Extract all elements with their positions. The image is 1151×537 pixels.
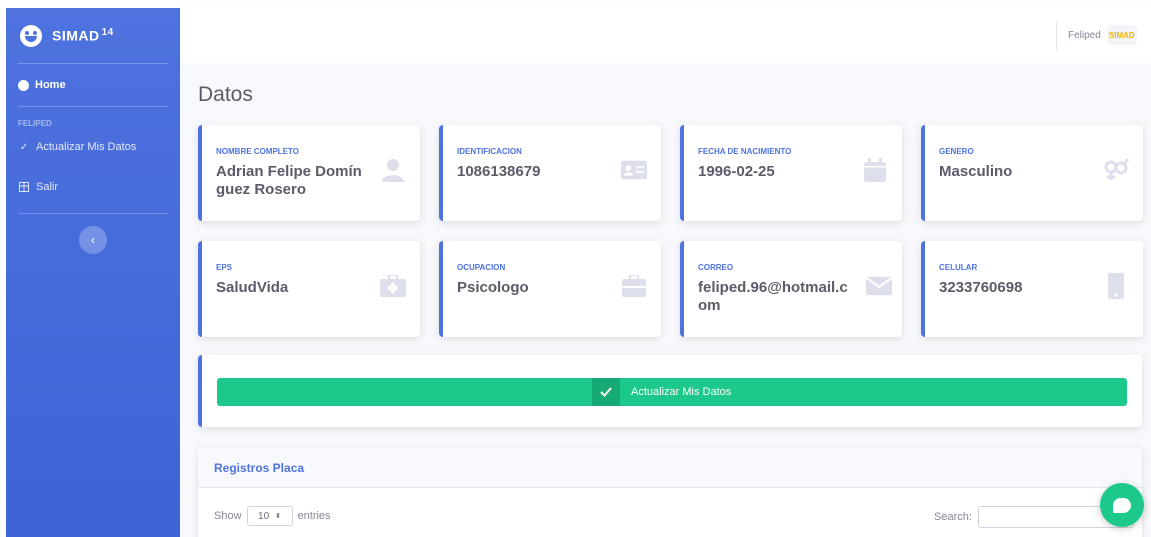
sidebar-divider — [18, 213, 168, 214]
brand-name: SIMAD 14 — [52, 27, 114, 44]
check-icon — [592, 378, 620, 406]
entries-label: entries — [297, 510, 331, 522]
gender-icon — [1103, 157, 1129, 183]
updown-icon: ⬍ — [275, 513, 282, 520]
sidebar: SIMAD 14 Home FELIPED ✓ Actualizar Mis Da… — [6, 8, 180, 537]
sidebar-item-home[interactable]: Home — [6, 64, 180, 106]
card-label: CORREO — [698, 263, 734, 272]
card-value: 1996-02-25 — [698, 163, 775, 180]
chat-widget-button[interactable] — [1100, 483, 1144, 527]
user-icon — [380, 157, 406, 183]
calendar-icon — [862, 157, 888, 183]
card-genero: GENERO Masculino — [921, 125, 1143, 221]
sidebar-item-label: Actualizar Mis Datos — [36, 141, 137, 153]
main-content: Datos NOMBRE COMPLETO Adrian Felipe Domí… — [180, 63, 1151, 537]
user-menu[interactable]: Feliped SIMAD — [1068, 25, 1137, 45]
card-nombre: NOMBRE COMPLETO Adrian Felipe Domínguez … — [198, 125, 420, 221]
topbar-divider — [1056, 21, 1057, 51]
laugh-icon — [20, 24, 42, 47]
registros-title: Registros Placa — [198, 448, 1142, 488]
card-fecha-nacimiento: FECHA DE NACIMIENTO 1996-02-25 — [680, 125, 902, 221]
update-data-button[interactable]: Actualizar Mis Datos — [217, 378, 1127, 406]
user-name: Feliped — [1068, 29, 1101, 41]
id-card-icon — [621, 157, 647, 183]
card-label: GENERO — [939, 147, 974, 156]
sidebar-heading: FELIPED — [18, 119, 52, 128]
card-correo: CORREO feliped.96@hotmail.com — [680, 241, 902, 337]
card-value: SaludVida — [216, 279, 289, 296]
chevron-left-icon: ‹ — [91, 233, 95, 247]
update-button-label: Actualizar Mis Datos — [631, 386, 732, 398]
page-title: Datos — [198, 83, 253, 106]
check-icon: ✓ — [19, 141, 29, 153]
entries-value: 10 — [258, 510, 270, 522]
card-label: CELULAR — [939, 263, 978, 272]
entries-select[interactable]: 10 ⬍ — [246, 506, 293, 526]
sidebar-item-actualizar[interactable]: ✓ Actualizar Mis Datos — [6, 133, 180, 161]
topbar: Feliped SIMAD — [180, 8, 1151, 63]
show-label: Show — [214, 510, 242, 522]
card-eps: EPS SaludVida — [198, 241, 420, 337]
update-card: Actualizar Mis Datos — [198, 355, 1142, 427]
dashboard-icon — [18, 79, 29, 91]
card-value: feliped.96@hotmail.com — [698, 279, 848, 314]
envelope-icon — [866, 273, 892, 299]
sidebar-item-label: Salir — [36, 181, 59, 193]
sidebar-item-salir[interactable]: Salir — [6, 161, 180, 213]
sidebar-toggle-button[interactable]: ‹ — [79, 226, 107, 254]
avatar: SIMAD — [1106, 25, 1137, 45]
medkit-icon — [380, 273, 406, 299]
card-label: OCUPACION — [457, 263, 506, 272]
card-value: 3233760698 — [939, 279, 1023, 296]
table-icon — [18, 181, 30, 193]
sidebar-item-label: Home — [35, 79, 66, 91]
card-label: FECHA DE NACIMIENTO — [698, 147, 792, 156]
mobile-icon — [1103, 273, 1129, 299]
card-value: Masculino — [939, 163, 1013, 180]
card-value: Adrian Felipe Domínguez Rosero — [216, 163, 362, 198]
card-label: IDENTIFICACION — [457, 147, 522, 156]
card-label: EPS — [216, 263, 233, 272]
briefcase-icon — [621, 273, 647, 299]
card-value: Psicologo — [457, 279, 529, 296]
card-identificacion: IDENTIFICACION 1086138679 — [439, 125, 661, 221]
card-ocupacion: OCUPACION Psicologo — [439, 241, 661, 337]
card-label: NOMBRE COMPLETO — [216, 147, 299, 156]
card-value: 1086138679 — [457, 163, 541, 180]
sidebar-brand[interactable]: SIMAD 14 — [6, 8, 180, 63]
registros-card: Registros Placa Show 10 ⬍ entries Search… — [198, 448, 1142, 537]
search-label: Search: — [934, 511, 972, 523]
card-celular: CELULAR 3233760698 — [921, 241, 1143, 337]
entries-control: Show 10 ⬍ entries — [214, 506, 331, 526]
